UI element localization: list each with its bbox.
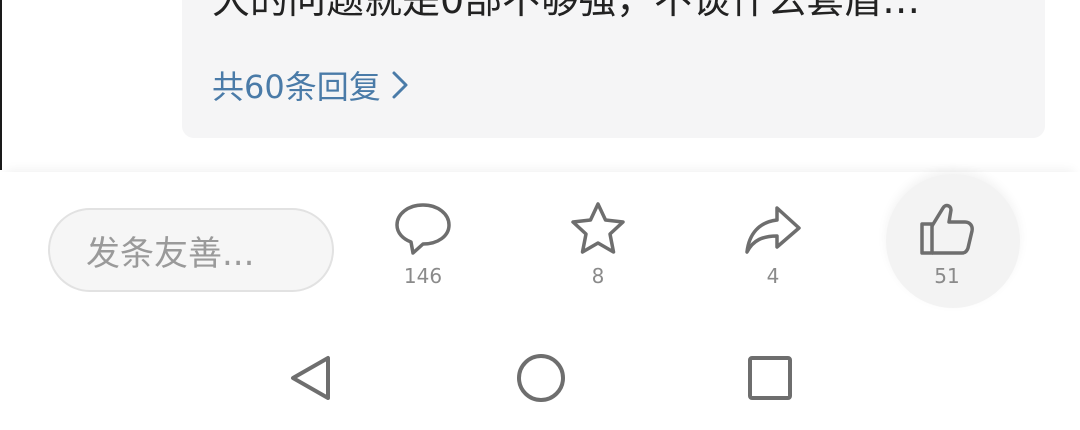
home-button[interactable] <box>511 348 571 408</box>
comment-button[interactable]: 146 <box>363 200 483 288</box>
reply-text: 大的问题就是0部不够强，不谈什么套盾… <box>212 0 921 22</box>
back-button[interactable] <box>280 348 340 408</box>
square-recents-icon <box>748 356 792 400</box>
favorites-count: 8 <box>591 264 605 288</box>
reply-card[interactable]: 大的问题就是0部不够强，不谈什么套盾… 共60条回复 <box>182 0 1045 138</box>
recents-button[interactable] <box>740 348 800 408</box>
likes-count: 51 <box>934 264 960 288</box>
view-replies-label: 共60条回复 <box>212 68 381 106</box>
comment-bubble-icon <box>395 203 451 255</box>
comment-input-placeholder: 发条友善... <box>86 233 255 274</box>
edge-line <box>0 0 2 170</box>
thumbs-up-icon <box>920 203 974 255</box>
action-bar: 发条友善... 146 8 4 51 <box>0 172 1080 314</box>
chevron-right-icon <box>392 71 408 99</box>
system-navigation-bar <box>0 314 1080 430</box>
like-button[interactable]: 51 <box>887 200 1007 288</box>
triangle-back-icon <box>291 356 330 400</box>
comments-count: 146 <box>403 264 443 288</box>
shares-count: 4 <box>766 264 780 288</box>
star-icon <box>571 202 625 254</box>
share-button[interactable]: 4 <box>713 200 833 288</box>
circle-home-icon <box>517 354 565 402</box>
share-arrow-icon <box>745 206 801 254</box>
comment-input[interactable]: 发条友善... <box>48 208 334 292</box>
favorite-button[interactable]: 8 <box>538 200 658 288</box>
view-replies-link[interactable]: 共60条回复 <box>212 62 409 108</box>
screen: 大的问题就是0部不够强，不谈什么套盾… 共60条回复 发条友善... 146 8 <box>0 0 1080 430</box>
